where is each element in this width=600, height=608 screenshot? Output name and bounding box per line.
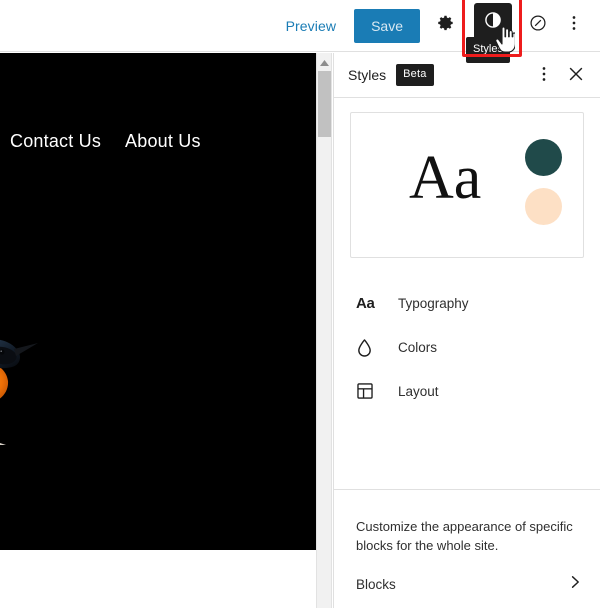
styles-button-wrapper: Styles bbox=[462, 0, 522, 63]
sidebar-item-label: Typography bbox=[398, 295, 469, 311]
site-navigation: Contact Us About Us bbox=[10, 131, 201, 152]
caret-up-icon bbox=[320, 53, 329, 71]
preview-color-swatch-primary bbox=[525, 139, 562, 176]
editor-toolbar: Preview Save Styles bbox=[0, 0, 600, 63]
sidebar-divider bbox=[334, 489, 600, 490]
sidebar-close-button[interactable] bbox=[560, 59, 592, 91]
site-nav-link-about-us[interactable]: About Us bbox=[125, 131, 201, 152]
three-dots-vertical-icon bbox=[564, 13, 584, 38]
sidebar-item-label: Colors bbox=[398, 339, 438, 355]
gear-icon bbox=[436, 13, 456, 38]
preview-button[interactable]: Preview bbox=[276, 12, 347, 40]
preview-color-swatch-secondary bbox=[525, 188, 562, 225]
scroll-up-button[interactable] bbox=[317, 53, 332, 70]
scrollbar-thumb[interactable] bbox=[318, 71, 331, 137]
editor-canvas[interactable]: Contact Us About Us bbox=[0, 53, 316, 550]
bird-image[interactable] bbox=[0, 325, 58, 445]
sidebar-item-label: Layout bbox=[398, 383, 439, 399]
save-button[interactable]: Save bbox=[354, 8, 420, 43]
beta-badge: Beta bbox=[396, 64, 434, 86]
sidebar-title: Styles bbox=[348, 67, 387, 83]
droplet-icon bbox=[356, 338, 380, 357]
blocks-label: Blocks bbox=[356, 576, 396, 592]
sidebar-more-options-button[interactable] bbox=[528, 59, 560, 91]
compass-slash-circle-icon bbox=[528, 13, 548, 38]
style-preview-area: Aa bbox=[334, 98, 600, 258]
sidebar-item-colors[interactable]: Colors bbox=[338, 325, 596, 369]
layout-grid-icon bbox=[356, 382, 380, 400]
three-dots-vertical-icon bbox=[534, 64, 554, 87]
styles-tooltip: Styles bbox=[466, 36, 510, 63]
site-nav-link-contact-us[interactable]: Contact Us bbox=[10, 131, 101, 152]
aa-typography-icon: Aa bbox=[356, 294, 375, 312]
close-x-icon bbox=[567, 65, 585, 86]
navigation-button[interactable] bbox=[520, 8, 556, 44]
more-options-button[interactable] bbox=[556, 8, 592, 44]
styles-button[interactable] bbox=[474, 2, 512, 41]
chevron-right-icon bbox=[567, 574, 583, 595]
sidebar-item-typography[interactable]: Aa Typography bbox=[338, 281, 596, 325]
styles-sidebar: Styles Beta Aa Aa Typography Colors Layo… bbox=[333, 53, 600, 608]
contrast-half-circle-icon bbox=[483, 10, 503, 33]
canvas-scrollbar[interactable] bbox=[316, 53, 332, 608]
settings-button[interactable] bbox=[428, 8, 464, 44]
preview-sample-text: Aa bbox=[409, 144, 482, 212]
wordpress-site-editor: Preview Save Styles Contact Us About Us … bbox=[0, 0, 600, 608]
blocks-description: Customize the appearance of specific blo… bbox=[356, 519, 573, 553]
sidebar-item-blocks[interactable]: Blocks bbox=[338, 564, 597, 604]
style-preview-card[interactable]: Aa bbox=[350, 112, 584, 258]
styles-nav-list: Aa Typography Colors Layout bbox=[334, 281, 600, 413]
sidebar-item-layout[interactable]: Layout bbox=[338, 369, 596, 413]
